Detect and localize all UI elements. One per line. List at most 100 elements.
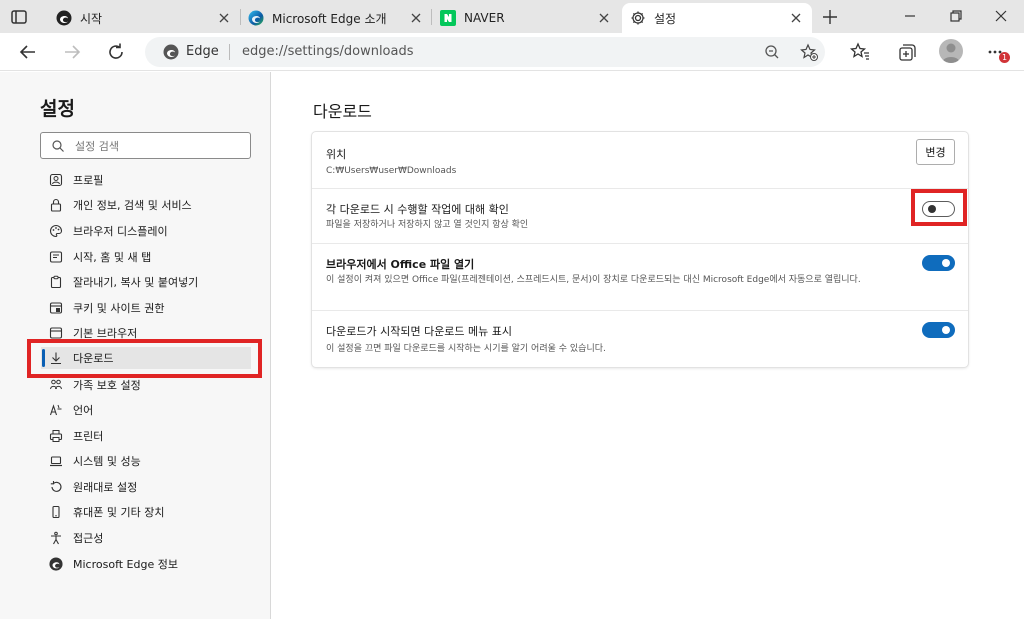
address-divider <box>229 44 230 60</box>
active-indicator <box>42 349 45 367</box>
search-input[interactable] <box>75 137 245 155</box>
tab-settings[interactable]: 설정 <box>622 3 812 33</box>
sidebar-item-label: Microsoft Edge 정보 <box>73 558 178 571</box>
setting-row-download-menu: 다운로드가 시작되면 다운로드 메뉴 표시 이 설정을 끄면 파일 다운로드를 … <box>312 311 968 367</box>
sidebar-item-label: 접근성 <box>73 532 104 545</box>
location-title: 위치 <box>326 148 347 161</box>
sidebar-item-site-permissions[interactable]: 쿠키 및 사이트 권한 <box>41 297 251 319</box>
back-arrow-icon[interactable] <box>16 40 40 64</box>
sidebar-item-label: 브라우저 디스플레이 <box>73 225 168 238</box>
sidebar-item-about[interactable]: Microsoft Edge 정보 <box>41 553 251 575</box>
setting-title: 각 다운로드 시 수행할 작업에 대해 확인 <box>326 203 509 216</box>
sidebar-item-clipboard[interactable]: 잘라내기, 복사 및 붙여넣기 <box>41 271 251 293</box>
sidebar-item-accessibility[interactable]: 접근성 <box>41 527 251 549</box>
address-url[interactable]: edge://settings/downloads <box>242 44 414 59</box>
office-files-toggle[interactable] <box>922 255 955 271</box>
setting-desc: 파일을 저장하거나 저장하지 않고 열 것인지 항상 확인 <box>326 220 529 230</box>
tab-strip: 시작 Microsoft Edge 소개 NAVER 설정 <box>0 0 1024 33</box>
restore-icon[interactable] <box>946 6 966 26</box>
lock-icon <box>50 198 62 212</box>
highlight-box-ask-toggle <box>911 189 967 226</box>
profile-icon <box>49 173 63 187</box>
close-window-icon[interactable] <box>991 6 1011 26</box>
location-row: 위치 C:₩Users₩user₩Downloads 변경 <box>312 132 968 188</box>
browser-icon <box>49 327 63 339</box>
sidebar-item-label: 개인 정보, 검색 및 서비스 <box>73 199 192 212</box>
zoom-icon[interactable] <box>762 42 782 62</box>
sidebar-item-label: 원래대로 설정 <box>73 481 138 494</box>
page-title: 다운로드 <box>313 102 372 121</box>
sidebar-item-printers[interactable]: 프린터 <box>41 425 251 447</box>
favorites-icon[interactable] <box>848 40 872 64</box>
change-location-button[interactable]: 변경 <box>916 139 955 165</box>
new-tab-icon[interactable] <box>820 7 840 27</box>
setting-desc: 이 설정을 끄면 파일 다운로드를 시작하는 시기를 알기 어려울 수 있습니다… <box>326 344 606 354</box>
address-brand-label: Edge <box>186 44 219 59</box>
language-icon <box>49 404 62 416</box>
download-menu-toggle[interactable] <box>922 322 955 338</box>
laptop-icon <box>50 456 62 467</box>
sidebar-item-label: 휴대폰 및 기타 장치 <box>73 506 165 519</box>
clipboard-icon <box>50 275 62 289</box>
sidebar-item-label: 잘라내기, 복사 및 붙여넣기 <box>73 276 199 289</box>
sidebar-item-label: 프로필 <box>73 174 104 187</box>
sidebar-item-label: 프린터 <box>73 430 104 443</box>
forward-arrow-icon[interactable] <box>60 40 84 64</box>
family-icon <box>50 379 62 390</box>
tab-microsoft-edge[interactable]: Microsoft Edge 소개 <box>240 3 432 33</box>
tab-title: Microsoft Edge 소개 <box>272 11 387 26</box>
gear-icon <box>631 11 645 25</box>
appearance-icon <box>50 224 63 238</box>
notification-badge: 1 <box>999 52 1010 63</box>
location-path: C:₩Users₩user₩Downloads <box>326 166 457 176</box>
collections-icon[interactable] <box>894 40 918 64</box>
printer-icon <box>49 430 63 442</box>
tab-naver[interactable]: NAVER <box>432 3 620 33</box>
sidebar-item-phone[interactable]: 휴대폰 및 기타 장치 <box>41 501 251 523</box>
setting-title: 다운로드가 시작되면 다운로드 메뉴 표시 <box>326 325 513 338</box>
sidebar-item-languages[interactable]: 언어 <box>41 399 251 421</box>
close-icon[interactable] <box>408 10 424 26</box>
refresh-icon[interactable] <box>104 40 128 64</box>
sidebar-item-system[interactable]: 시스템 및 성능 <box>41 450 251 472</box>
sidebar-item-label: 가족 보호 설정 <box>73 379 141 392</box>
site-permissions-icon <box>49 302 63 314</box>
close-icon[interactable] <box>596 10 612 26</box>
add-favorite-icon[interactable] <box>799 42 819 62</box>
tab-title: 시작 <box>80 11 103 26</box>
power-icon <box>49 251 63 263</box>
highlight-box-downloads <box>27 339 262 378</box>
accessibility-icon <box>51 531 61 545</box>
toggle-knob <box>942 259 950 267</box>
edge-icon <box>248 10 264 26</box>
sidebar-item-label: 시스템 및 성능 <box>73 455 141 468</box>
setting-row-ask-download: 각 다운로드 시 수행할 작업에 대해 확인 파일을 저장하거나 저장하지 않고… <box>312 189 968 243</box>
minimize-icon[interactable] <box>900 6 920 26</box>
phone-icon <box>52 505 60 519</box>
profile-avatar[interactable] <box>939 39 963 63</box>
sidebar-item-privacy[interactable]: 개인 정보, 검색 및 서비스 <box>41 194 251 216</box>
person-icon <box>942 43 960 63</box>
settings-search-box[interactable] <box>40 132 251 159</box>
downloads-settings-card: 위치 C:₩Users₩user₩Downloads 변경 각 다운로드 시 수… <box>312 132 968 367</box>
naver-icon <box>440 10 456 26</box>
close-icon[interactable] <box>788 10 804 26</box>
reset-icon <box>50 481 62 492</box>
tab-title: 설정 <box>654 11 677 26</box>
setting-row-office-files: 브라우저에서 Office 파일 열기 이 설정이 켜져 있으면 Office … <box>312 244 968 310</box>
sidebar-item-start-home[interactable]: 시작, 홈 및 새 탭 <box>41 246 251 268</box>
tab-start[interactable]: 시작 <box>48 3 240 33</box>
sidebar-item-appearance[interactable]: 브라우저 디스플레이 <box>41 220 251 242</box>
sidebar-item-label: 언어 <box>73 404 94 417</box>
sidebar-item-label: 쿠키 및 사이트 권한 <box>73 302 165 315</box>
toggle-knob <box>942 326 950 334</box>
address-bar[interactable]: Edge edge://settings/downloads <box>145 37 825 67</box>
setting-desc: 이 설정이 켜져 있으면 Office 파일(프레젠테이션, 스프레드시트, 문… <box>326 275 861 285</box>
sidebar-item-label: 시작, 홈 및 새 탭 <box>73 251 152 264</box>
edge-icon <box>163 44 179 60</box>
close-icon[interactable] <box>216 10 232 26</box>
tab-actions-icon[interactable] <box>8 6 30 28</box>
sidebar-title: 설정 <box>40 98 75 120</box>
sidebar-item-reset[interactable]: 원래대로 설정 <box>41 476 251 498</box>
sidebar-item-profile[interactable]: 프로필 <box>41 169 251 191</box>
